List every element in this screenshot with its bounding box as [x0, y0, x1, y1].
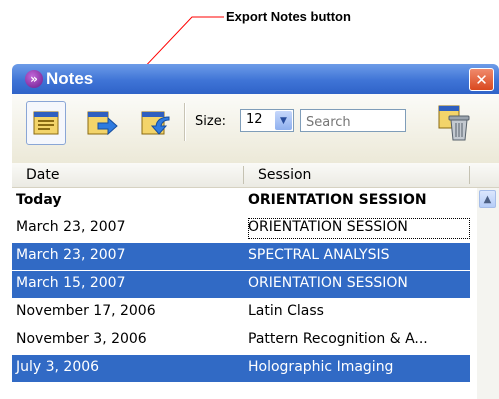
trash-icon: [438, 105, 470, 141]
row-session: Holographic Imaging: [248, 359, 394, 375]
size-value: 12: [246, 112, 263, 127]
export-arrow-icon: [87, 111, 118, 136]
column-divider[interactable]: [243, 166, 244, 184]
row-session: ORIENTATION SESSION: [248, 192, 427, 208]
row-date: March 23, 2007: [16, 219, 126, 235]
size-label: Size:: [195, 114, 227, 129]
table-row[interactable]: July 3, 2006 Holographic Imaging: [12, 355, 470, 382]
table-row[interactable]: March 23, 2007 SPECTRAL ANALYSIS: [12, 243, 470, 270]
notes-app-icon: »: [25, 70, 43, 88]
row-date: November 3, 2006: [16, 331, 147, 347]
toolbar-separator: [184, 103, 186, 141]
notes-window-icon: [33, 111, 59, 135]
scroll-up-arrow-icon[interactable]: ▲: [479, 190, 496, 208]
toolbar: Size: 12 ▼: [12, 94, 499, 164]
row-session: Latin Class: [248, 303, 324, 319]
delete-notes-button[interactable]: [437, 102, 473, 144]
table-header: Date Session: [12, 163, 499, 188]
notes-list-button[interactable]: [26, 101, 66, 145]
row-date: March 23, 2007: [16, 247, 126, 263]
row-date: March 15, 2007: [16, 275, 126, 291]
import-arrow-icon: [141, 111, 170, 135]
size-select[interactable]: 12 ▼: [240, 109, 294, 132]
export-notes-callout-label: Export Notes button: [226, 9, 351, 24]
column-divider[interactable]: [469, 166, 470, 184]
row-date: Today: [16, 192, 62, 208]
export-notes-button[interactable]: [82, 101, 122, 145]
close-button[interactable]: ✕: [469, 68, 494, 91]
row-session: ORIENTATION SESSION: [248, 219, 408, 235]
row-session: SPECTRAL ANALYSIS: [248, 247, 390, 263]
column-header-session[interactable]: Session: [258, 167, 311, 183]
table-row[interactable]: November 17, 2006 Latin Class: [12, 299, 470, 326]
search-input[interactable]: [300, 109, 406, 132]
row-session: Pattern Recognition & A...: [248, 331, 428, 347]
table-row[interactable]: November 3, 2006 Pattern Recognition & A…: [12, 327, 470, 354]
window-title: Notes: [46, 69, 94, 88]
row-date: July 3, 2006: [16, 359, 100, 375]
table-row[interactable]: March 15, 2007 ORIENTATION SESSION: [12, 271, 470, 298]
title-bar[interactable]: » Notes ✕: [12, 64, 499, 94]
row-session: ORIENTATION SESSION: [248, 275, 408, 291]
vertical-scrollbar[interactable]: ▲: [477, 188, 499, 399]
column-header-date[interactable]: Date: [26, 167, 59, 183]
row-date: November 17, 2006: [16, 303, 156, 319]
notes-window: » Notes ✕ Size: 12 ▼ Search Date Session…: [12, 64, 499, 399]
table-row[interactable]: March 23, 2007 ORIENTATION SESSION: [12, 215, 470, 242]
chevron-down-icon[interactable]: ▼: [275, 111, 292, 130]
import-notes-button[interactable]: [135, 101, 175, 145]
table-row[interactable]: Today ORIENTATION SESSION: [12, 188, 470, 215]
